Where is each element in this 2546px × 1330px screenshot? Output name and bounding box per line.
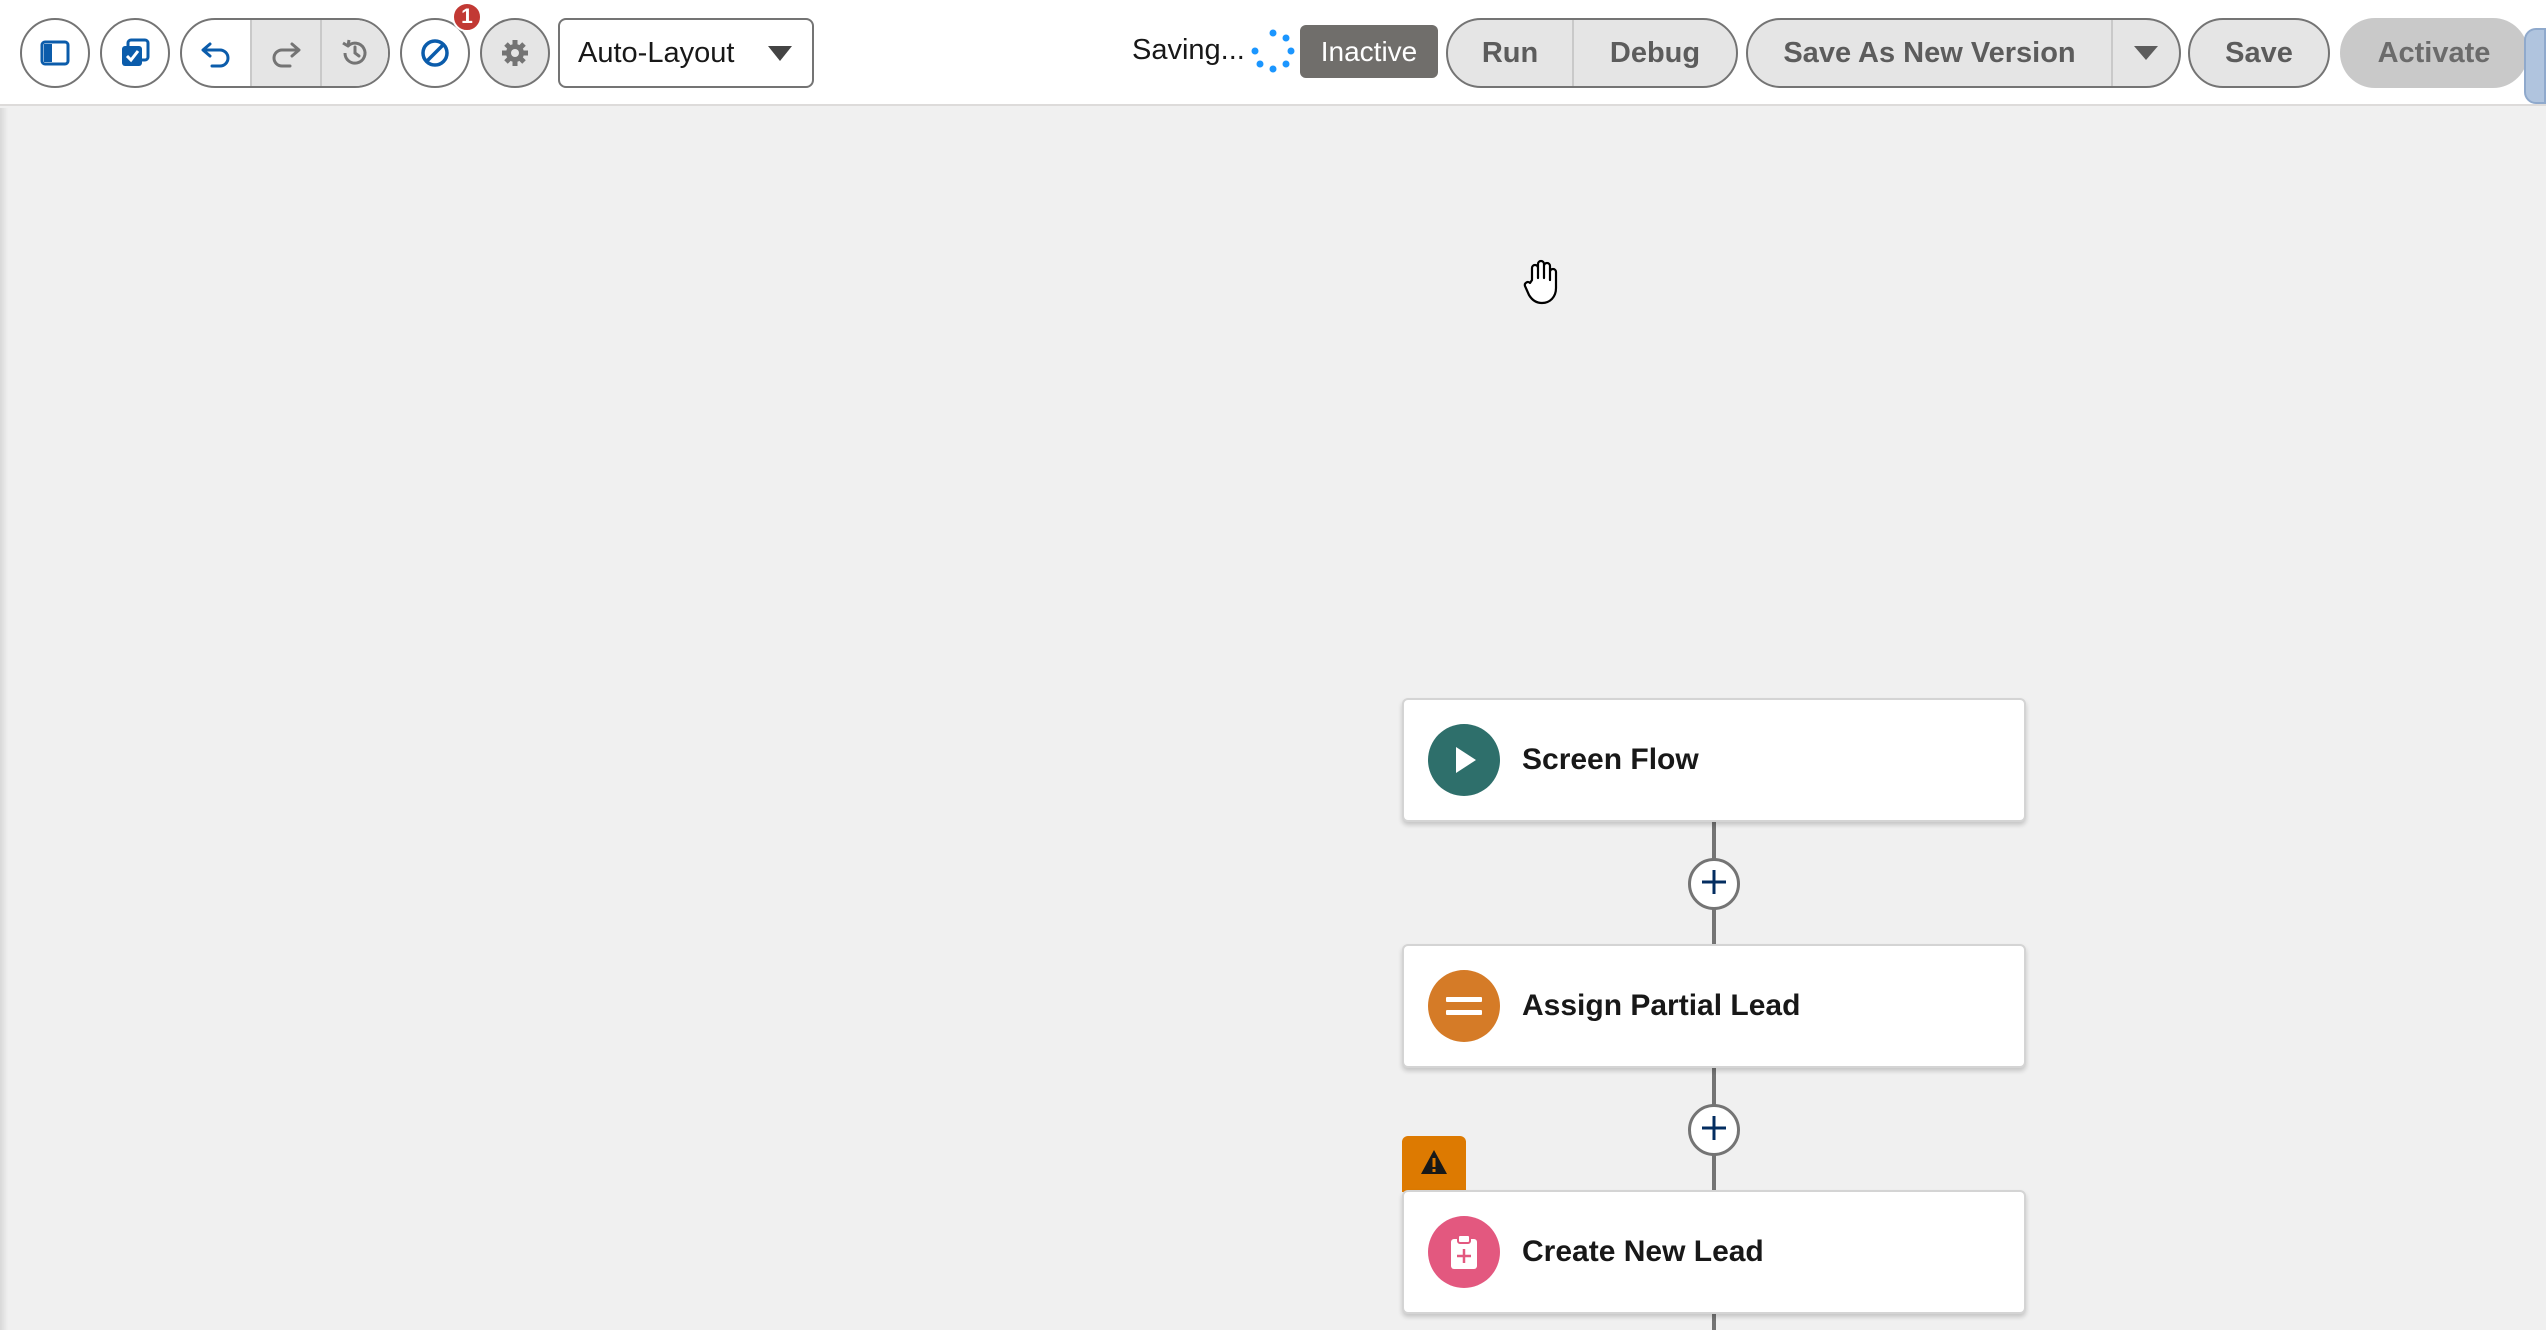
layout-mode-select[interactable]: Auto-Layout (558, 18, 814, 88)
node-label: Create New Lead (1522, 1235, 1764, 1268)
redo-icon (270, 38, 302, 68)
chevron-down-icon (768, 46, 792, 61)
save-as-new-version-label: Save As New Version (1783, 36, 2076, 69)
undo-icon (200, 38, 232, 68)
history-button[interactable] (322, 20, 388, 86)
clipboard-add-icon (1428, 1216, 1500, 1288)
multi-select-icon (120, 38, 150, 68)
node-label: Assign Partial Lead (1522, 989, 1801, 1022)
layout-mode-value: Auto-Layout (578, 36, 735, 69)
undo-button[interactable] (182, 20, 252, 86)
flow-status-badge: Inactive (1300, 25, 1438, 78)
panel-left-icon (40, 40, 70, 66)
add-element-button[interactable] (1688, 1104, 1740, 1156)
activate-button[interactable]: Activate (2340, 18, 2528, 88)
debug-label: Debug (1609, 36, 1701, 69)
warning-indicator[interactable] (1402, 1136, 1466, 1192)
plus-icon (1699, 1113, 1729, 1148)
redo-button[interactable] (252, 20, 322, 86)
select-elements-button[interactable] (100, 18, 170, 88)
hand-cursor-icon (1520, 258, 1564, 311)
equals-icon (1428, 970, 1500, 1042)
start-node[interactable]: Screen Flow (1402, 698, 2026, 822)
flow-settings-button[interactable] (480, 18, 550, 88)
run-label: Run (1481, 36, 1539, 69)
debug-button[interactable]: Debug (1574, 20, 1736, 86)
warning-icon (1419, 1148, 1449, 1181)
flow-canvas[interactable] (0, 108, 2546, 1330)
save-label: Save (2225, 36, 2293, 69)
history-icon (339, 37, 371, 69)
plus-icon (1699, 867, 1729, 902)
node-label: Screen Flow (1522, 743, 1699, 776)
play-icon (1428, 724, 1500, 796)
gear-icon (500, 38, 530, 68)
assignment-node[interactable]: Assign Partial Lead (1402, 944, 2026, 1068)
saving-status-text: Saving... (1132, 34, 1245, 66)
save-as-new-version-group: Save As New Version (1746, 18, 2181, 88)
flow-builder-toolbar: 1 Auto-Layout Saving... Inactive Run Deb… (0, 0, 2546, 106)
chevron-down-icon (2134, 46, 2158, 60)
save-as-new-version-button[interactable]: Save As New Version (1748, 20, 2113, 86)
error-count-badge: 1 (452, 2, 482, 32)
loading-spinner-icon (1250, 28, 1296, 74)
create-records-node[interactable]: Create New Lead (1402, 1190, 2026, 1314)
run-debug-group: Run Debug (1446, 18, 1738, 88)
save-button[interactable]: Save (2188, 18, 2330, 88)
run-button[interactable]: Run (1448, 20, 1574, 86)
add-element-button[interactable] (1688, 858, 1740, 910)
connector-line (1712, 1314, 1716, 1330)
block-icon (419, 37, 451, 69)
undo-redo-group (180, 18, 390, 88)
save-options-dropdown[interactable] (2113, 20, 2179, 86)
toggle-panel-button[interactable] (20, 18, 90, 88)
canvas-edge-shadow (0, 108, 8, 1330)
side-panel-toggle[interactable] (2524, 28, 2546, 104)
